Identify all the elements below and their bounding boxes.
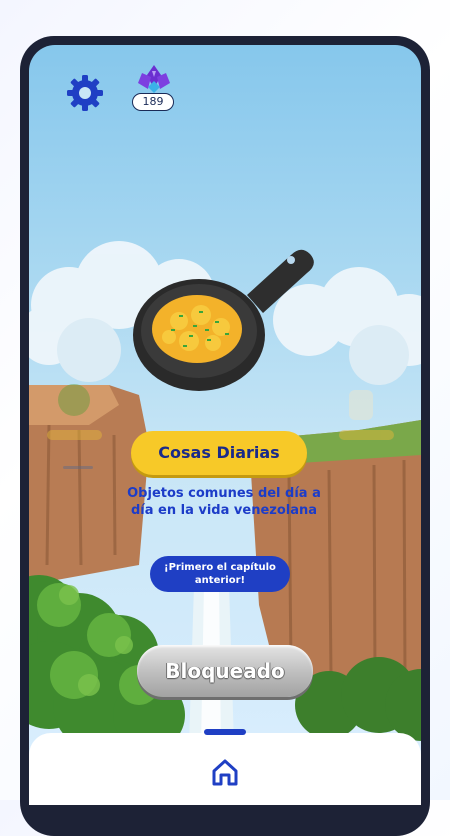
settings-button[interactable] — [65, 73, 105, 113]
gem-counter[interactable]: 189 — [132, 63, 176, 113]
nav-indicator — [204, 729, 246, 735]
chapter-title-button[interactable]: Cosas Diarias — [131, 431, 307, 475]
nav-home-button[interactable] — [210, 757, 240, 787]
gear-icon — [67, 75, 103, 111]
locked-button[interactable]: Bloqueado — [137, 645, 313, 697]
requirement-badge: ¡Primero el capítulo anterior! — [150, 556, 290, 592]
home-icon — [212, 759, 238, 786]
app-screen: 189 Cosas Diarias Objetos comunes del dí… — [29, 45, 421, 805]
bottom-nav — [29, 729, 421, 805]
purple-gem-icon — [138, 65, 170, 93]
gem-count: 189 — [132, 93, 174, 111]
chapter-description: Objetos comunes del día a día en la vida… — [127, 486, 321, 518]
